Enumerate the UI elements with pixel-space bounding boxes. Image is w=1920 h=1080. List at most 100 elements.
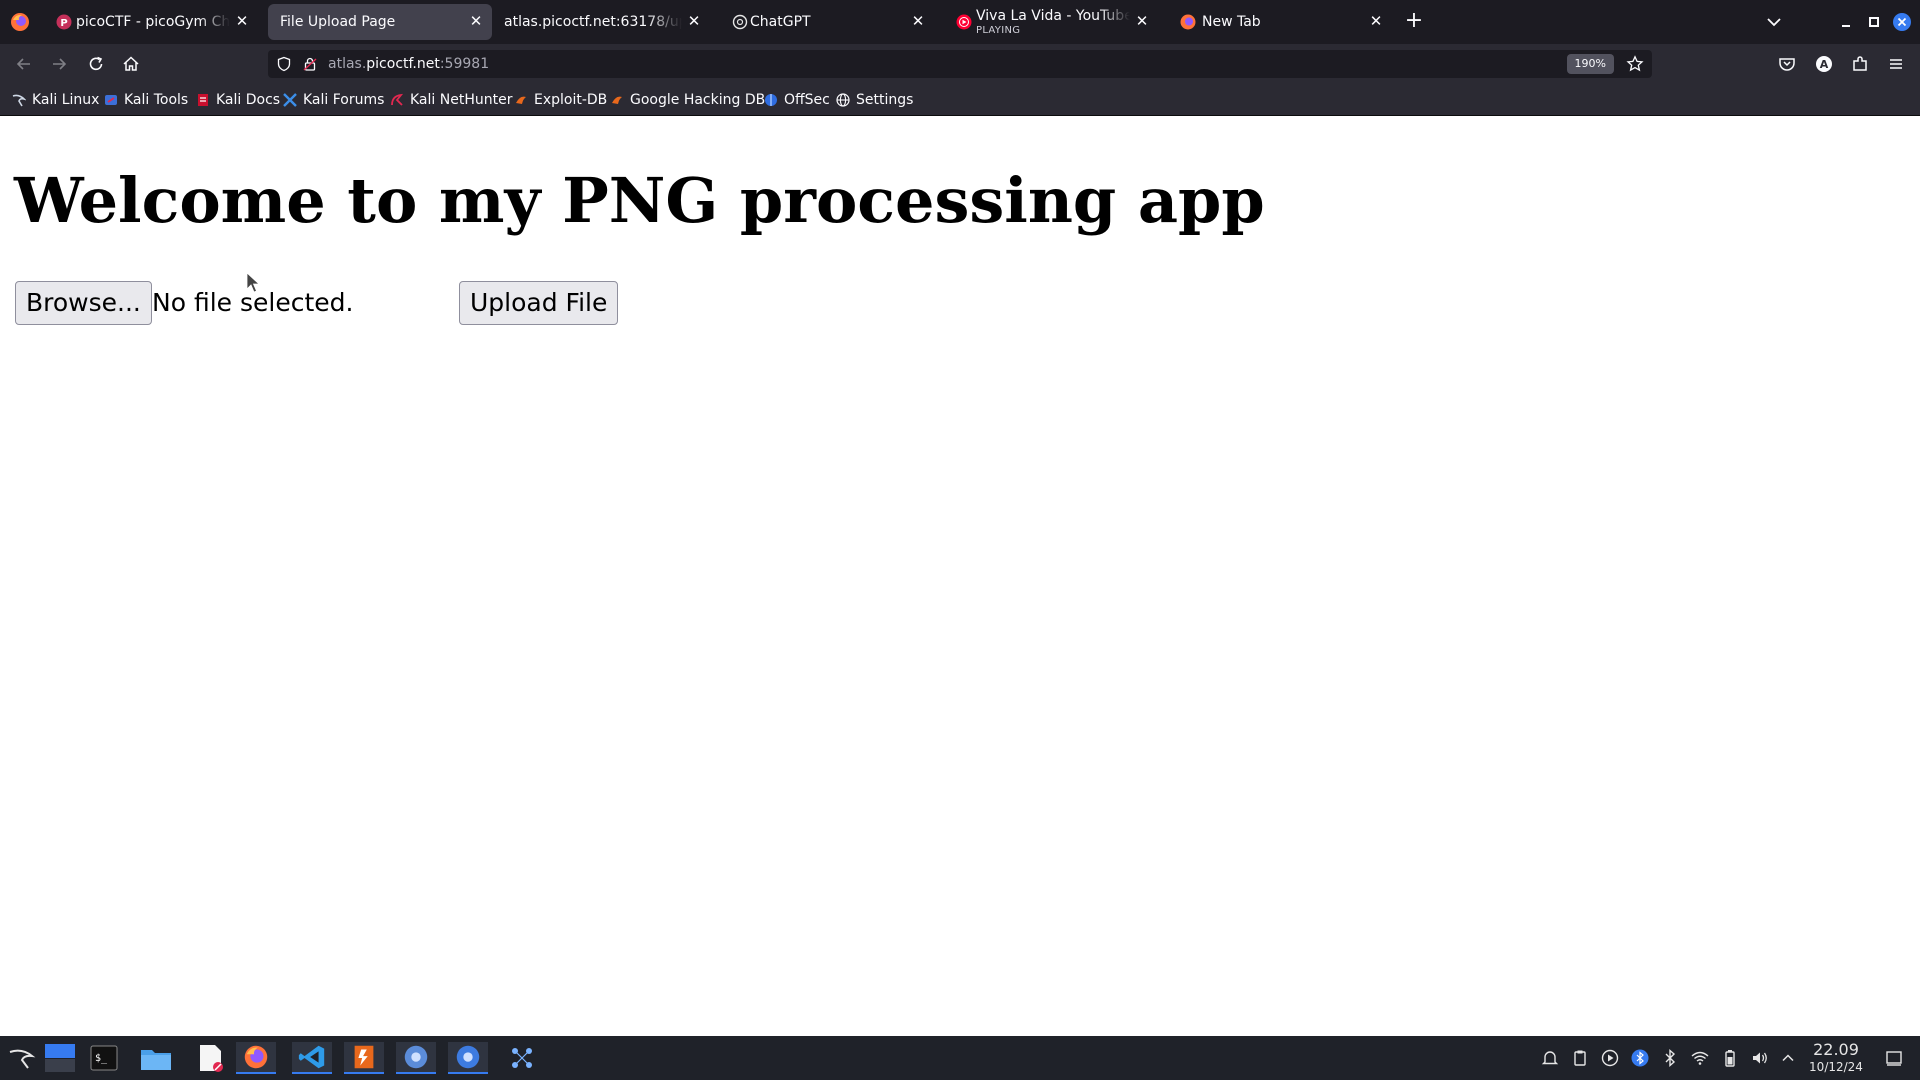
tab-upload-php[interactable]: atlas.picoctf.net:63178/upload.php ✕ (496, 4, 710, 40)
page-content: Welcome to my PNG processing app Browse.… (0, 116, 1920, 1036)
globe-icon (836, 93, 850, 107)
browse-file-button[interactable]: Browse... (15, 281, 152, 325)
exploit-db-icon (516, 96, 526, 104)
chromium-icon-2[interactable] (448, 1042, 488, 1074)
tab-chatgpt[interactable]: ChatGPT ✕ (720, 4, 934, 40)
picoctf-icon: P (56, 14, 72, 30)
url-text[interactable]: atlas.picoctf.net:59981 (328, 55, 489, 73)
hamburger-menu-icon[interactable] (1885, 53, 1907, 75)
svg-text:P: P (60, 18, 67, 29)
mouse-pointer-icon (246, 272, 260, 293)
minimize-icon[interactable] (1836, 12, 1856, 32)
account-avatar-icon[interactable]: A (1813, 53, 1835, 75)
zoom-level-badge[interactable]: 190% (1566, 54, 1614, 74)
bookmark-google-hacking-db[interactable]: Google Hacking DB (610, 90, 765, 110)
show-desktop-icon[interactable] (1884, 1048, 1904, 1068)
clock[interactable]: 22.09 10/12/24 (1806, 1041, 1866, 1075)
bookmark-label: Exploit-DB (534, 92, 608, 108)
kali-menu-icon[interactable] (2, 1042, 42, 1074)
home-icon[interactable] (120, 53, 142, 75)
bookmark-kali-docs[interactable]: Kali Docs (196, 90, 280, 110)
tab-playing-status: PLAYING (976, 25, 1021, 36)
close-tab-icon[interactable]: ✕ (910, 13, 926, 29)
tab-youtube-music[interactable]: Viva La Vida - YouTube Music PLAYING ✕ (944, 4, 1158, 40)
firefox-icon (1180, 14, 1196, 30)
pocket-icon[interactable] (1776, 53, 1798, 75)
media-play-icon[interactable] (1600, 1048, 1620, 1068)
tab-label: New Tab (1202, 14, 1261, 30)
taskbar: $_ 22.09 10/12/24 (0, 1036, 1920, 1080)
tab-label: atlas.picoctf.net:63178/upload.php (504, 14, 682, 30)
tab-picoctf[interactable]: P picoCTF - picoGym Challenges ✕ (44, 4, 258, 40)
page-title: Welcome to my PNG processing app (14, 164, 1265, 237)
burpsuite-icon[interactable] (344, 1042, 384, 1074)
tab-label: Viva La Vida - YouTube Music (976, 8, 1130, 24)
bookmark-label: OffSec (784, 92, 830, 108)
wifi-icon[interactable] (1690, 1048, 1710, 1068)
firefox-taskbar-icon[interactable] (236, 1042, 276, 1074)
bookmark-exploit-db[interactable]: Exploit-DB (514, 90, 607, 110)
url-host: picoctf.net (366, 56, 440, 72)
bookmark-label: Kali Forums (303, 92, 385, 108)
tab-label: picoCTF - picoGym Challenges (76, 14, 230, 30)
clock-time: 22.09 (1813, 1040, 1859, 1059)
bookmark-label: Kali Docs (216, 92, 281, 108)
bookmark-kali-tools[interactable]: Kali Tools (104, 90, 188, 110)
tab-label: ChatGPT (750, 14, 811, 30)
text-editor-icon[interactable] (190, 1042, 230, 1074)
chatgpt-icon (732, 14, 748, 30)
terminal-icon[interactable]: $_ (84, 1042, 124, 1074)
url-bar[interactable]: atlas.picoctf.net:59981 190% (268, 50, 1652, 78)
notification-bell-icon[interactable] (1540, 1048, 1560, 1068)
clock-date: 10/12/24 (1809, 1060, 1863, 1074)
kali-tools-icon (105, 95, 117, 105)
file-manager-icon[interactable] (136, 1042, 176, 1074)
extensions-puzzle-icon[interactable] (1849, 53, 1871, 75)
forward-arrow-icon[interactable] (48, 53, 70, 75)
bookmark-star-icon[interactable] (1626, 55, 1644, 73)
kali-docs-icon (198, 94, 208, 106)
close-tab-icon[interactable]: ✕ (686, 13, 702, 29)
reload-icon[interactable] (85, 53, 107, 75)
firefox-menu-icon[interactable] (10, 12, 30, 32)
tab-bar: P picoCTF - picoGym Challenges ✕ File Up… (0, 0, 1920, 44)
bookmark-kali-nethunter[interactable]: Kali NetHunter (390, 90, 512, 110)
bookmark-kali-forums[interactable]: Kali Forums (283, 90, 384, 110)
url-subdomain: atlas. (328, 56, 367, 72)
clipboard-icon[interactable] (1570, 1048, 1590, 1068)
tab-file-upload[interactable]: File Upload Page ✕ (268, 4, 492, 40)
workspace-switcher-icon[interactable] (40, 1042, 80, 1074)
chevron-down-icon[interactable] (1764, 12, 1784, 32)
tab-label: File Upload Page (280, 14, 396, 30)
bookmark-label: Kali Linux (32, 92, 100, 108)
close-tab-icon[interactable]: ✕ (234, 13, 250, 29)
close-tab-icon[interactable]: ✕ (1368, 13, 1384, 29)
bookmark-offsec[interactable]: OffSec (764, 90, 830, 110)
bluetooth-icon[interactable] (1660, 1048, 1680, 1068)
maximize-icon[interactable] (1864, 12, 1884, 32)
offsec-icon (765, 94, 777, 106)
close-tab-icon[interactable]: ✕ (1134, 13, 1150, 29)
bookmark-kali-linux[interactable]: Kali Linux (12, 90, 99, 110)
bookmark-settings[interactable]: Settings (836, 90, 913, 110)
close-window-icon[interactable] (1892, 12, 1912, 32)
close-tab-icon[interactable]: ✕ (468, 13, 484, 29)
volume-icon[interactable] (1750, 1048, 1770, 1068)
bookmark-label: Kali Tools (124, 92, 189, 108)
svg-text:$_: $_ (95, 1053, 108, 1064)
battery-icon[interactable] (1720, 1048, 1740, 1068)
chevron-up-icon[interactable] (1778, 1048, 1798, 1068)
back-arrow-icon[interactable] (13, 53, 35, 75)
upload-file-button[interactable]: Upload File (459, 281, 619, 325)
bluetooth-badge-icon[interactable] (1630, 1048, 1650, 1068)
tracking-shield-icon[interactable] (276, 56, 292, 72)
new-tab-plus-icon[interactable]: + (1402, 10, 1426, 34)
vscode-icon[interactable] (292, 1042, 332, 1074)
insecure-lock-icon[interactable] (302, 56, 318, 72)
network-graph-icon[interactable] (502, 1042, 542, 1074)
chromium-icon[interactable] (396, 1042, 436, 1074)
kali-forums-icon (283, 93, 297, 107)
bookmark-label: Kali NetHunter (410, 92, 513, 108)
tab-new-tab[interactable]: New Tab ✕ (1168, 4, 1392, 40)
bookmark-label: Settings (856, 92, 914, 108)
